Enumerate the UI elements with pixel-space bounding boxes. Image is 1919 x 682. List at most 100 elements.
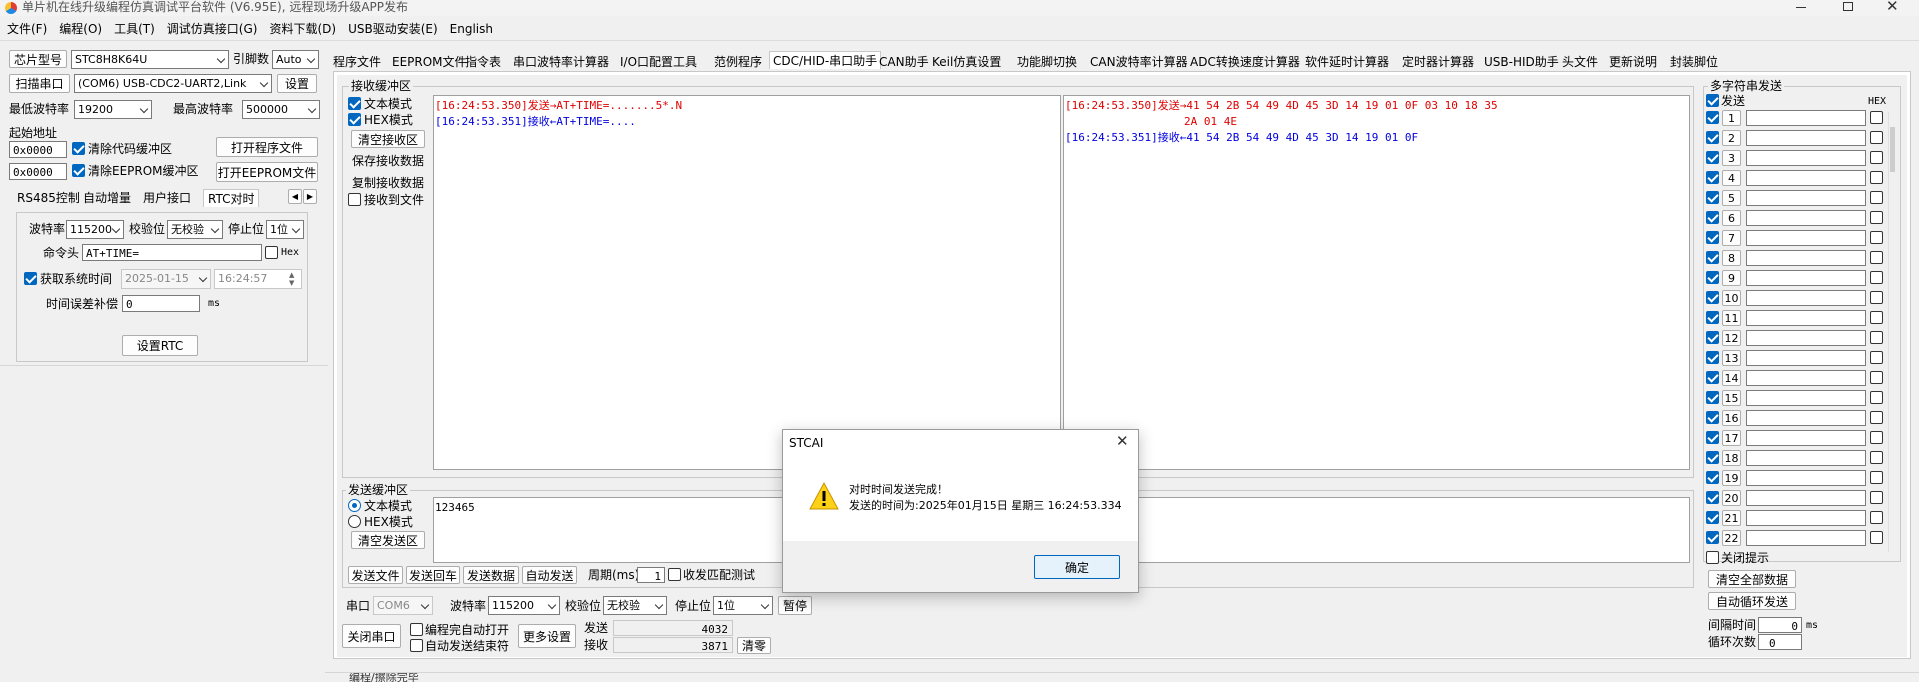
tab-update-notes[interactable]: 更新说明 — [1609, 53, 1657, 70]
rtc-parity-select[interactable]: 无校验 — [167, 220, 223, 239]
close-port-button[interactable]: 关闭串口 — [342, 624, 401, 648]
multi-row-text-input[interactable] — [1746, 170, 1866, 186]
time-compensation-input[interactable]: 0 — [122, 295, 200, 312]
command-header-input[interactable]: AT+TIME= — [82, 244, 262, 261]
multi-row-send-button[interactable]: 2 — [1722, 130, 1741, 146]
receive-text-area[interactable]: [16:24:53.350]发送→AT+TIME=.......5*.N [16… — [433, 95, 1061, 470]
maximize-icon[interactable] — [1843, 2, 1853, 11]
menu-debug[interactable]: 调试仿真接口(G) — [167, 22, 258, 36]
multi-row-send-button[interactable]: 7 — [1722, 230, 1741, 246]
multi-row-send-checkbox[interactable] — [1706, 511, 1719, 524]
tab-rs485[interactable]: RS485控制 — [17, 189, 80, 206]
menu-program[interactable]: 编程(O) — [59, 22, 102, 36]
multi-row-text-input[interactable] — [1746, 530, 1866, 546]
multi-row-send-checkbox[interactable] — [1706, 491, 1719, 504]
multi-send-all-checkbox[interactable] — [1706, 94, 1719, 107]
period-input[interactable]: 1 — [637, 567, 665, 583]
multi-row-hex-checkbox[interactable] — [1870, 431, 1883, 444]
multi-row-text-input[interactable] — [1746, 270, 1866, 286]
multi-row-send-button[interactable]: 21 — [1722, 510, 1741, 526]
multi-row-send-checkbox[interactable] — [1706, 371, 1719, 384]
tab-pin-switch[interactable]: 功能脚切换 — [1017, 53, 1077, 70]
chip-model-select[interactable]: STC8H8K64U — [71, 50, 229, 69]
multi-row-text-input[interactable] — [1746, 470, 1866, 486]
tab-rtc[interactable]: RTC对时 — [203, 189, 260, 207]
multi-row-send-button[interactable]: 4 — [1722, 170, 1741, 186]
tab-keil-sim[interactable]: Keil仿真设置 — [932, 53, 1001, 70]
multi-row-hex-checkbox[interactable] — [1870, 291, 1883, 304]
copy-receive-button[interactable]: 复制接收数据 — [351, 173, 425, 191]
multi-row-send-button[interactable]: 5 — [1722, 190, 1741, 206]
interval-input[interactable]: 0 — [1758, 617, 1802, 633]
tab-package-pins[interactable]: 封装脚位 — [1670, 53, 1718, 70]
rtc-baud-select[interactable]: 115200 — [66, 220, 124, 239]
port-select[interactable]: (COM6) USB-CDC2-UART2,Link — [74, 74, 272, 93]
multi-row-hex-checkbox[interactable] — [1870, 311, 1883, 324]
tab-program-file[interactable]: 程序文件 — [333, 53, 381, 70]
menu-english[interactable]: English — [450, 22, 493, 36]
multi-row-hex-checkbox[interactable] — [1870, 151, 1883, 164]
tab-delay-calc[interactable]: 软件延时计算器 — [1305, 53, 1389, 70]
multi-row-send-checkbox[interactable] — [1706, 111, 1719, 124]
more-settings-button[interactable]: 更多设置 — [518, 624, 576, 648]
multi-row-text-input[interactable] — [1746, 430, 1866, 446]
tab-can-baud-calc[interactable]: CAN波特率计算器 — [1090, 53, 1188, 70]
multi-row-text-input[interactable] — [1746, 190, 1866, 206]
multi-row-send-checkbox[interactable] — [1706, 471, 1719, 484]
multi-row-send-button[interactable]: 19 — [1722, 470, 1741, 486]
multi-row-send-button[interactable]: 20 — [1722, 490, 1741, 506]
multi-row-send-checkbox[interactable] — [1706, 191, 1719, 204]
multi-row-text-input[interactable] — [1746, 230, 1866, 246]
multi-row-send-button[interactable]: 11 — [1722, 310, 1741, 326]
multi-row-hex-checkbox[interactable] — [1870, 111, 1883, 124]
auto-open-checkbox[interactable] — [410, 623, 423, 636]
multi-row-send-button[interactable]: 9 — [1722, 270, 1741, 286]
tab-cdc-hid-serial[interactable]: CDC/HID-串口助手 — [769, 51, 882, 69]
multi-row-send-checkbox[interactable] — [1706, 231, 1719, 244]
minimize-icon[interactable] — [1796, 7, 1806, 8]
menu-file[interactable]: 文件(F) — [7, 22, 47, 36]
tab-adc-speed-calc[interactable]: ADC转换速度计算器 — [1190, 53, 1300, 70]
multi-row-send-button[interactable]: 18 — [1722, 450, 1741, 466]
close-hint-checkbox[interactable] — [1706, 551, 1719, 564]
tab-eeprom-file[interactable]: EEPROM文件 — [392, 53, 467, 70]
multi-row-hex-checkbox[interactable] — [1870, 131, 1883, 144]
pause-button[interactable]: 暂停 — [778, 596, 812, 615]
time-spinner-arrows-icon[interactable]: ▲ ▼ — [289, 271, 294, 287]
close-window-icon[interactable]: ✕ — [1886, 0, 1899, 15]
rtc-stop-select[interactable]: 1位 — [266, 220, 304, 239]
multi-row-text-input[interactable] — [1746, 310, 1866, 326]
multi-row-send-button[interactable]: 13 — [1722, 350, 1741, 366]
multi-row-send-checkbox[interactable] — [1706, 351, 1719, 364]
clear-receive-button[interactable]: 清空接收区 — [351, 130, 425, 148]
send-text-mode-radio[interactable] — [348, 499, 361, 512]
tab-uart-baud-calc[interactable]: 串口波特率计算器 — [513, 53, 609, 70]
multi-row-text-input[interactable] — [1746, 390, 1866, 406]
multi-row-text-input[interactable] — [1746, 370, 1866, 386]
multi-row-hex-checkbox[interactable] — [1870, 411, 1883, 424]
open-eeprom-file-button[interactable]: 打开EEPROM文件 — [216, 162, 318, 182]
multi-row-send-checkbox[interactable] — [1706, 171, 1719, 184]
min-baud-select[interactable]: 19200 — [74, 100, 152, 119]
multi-row-hex-checkbox[interactable] — [1870, 511, 1883, 524]
multi-row-text-input[interactable] — [1746, 350, 1866, 366]
multi-row-hex-checkbox[interactable] — [1870, 351, 1883, 364]
multi-row-text-input[interactable] — [1746, 490, 1866, 506]
multi-row-hex-checkbox[interactable] — [1870, 531, 1883, 544]
tab-scroll-left-button[interactable]: ◀ — [288, 189, 302, 204]
multi-row-hex-checkbox[interactable] — [1870, 171, 1883, 184]
tab-io-config[interactable]: I/O口配置工具 — [620, 53, 697, 70]
multi-row-send-checkbox[interactable] — [1706, 151, 1719, 164]
multi-row-send-checkbox[interactable] — [1706, 531, 1719, 544]
menu-usb-driver[interactable]: USB驱动安装(E) — [348, 22, 438, 36]
multi-row-text-input[interactable] — [1746, 250, 1866, 266]
multi-row-send-button[interactable]: 12 — [1722, 330, 1741, 346]
multi-row-text-input[interactable] — [1746, 330, 1866, 346]
bottom-stop-select[interactable]: 1位 — [713, 596, 773, 615]
multi-row-text-input[interactable] — [1746, 410, 1866, 426]
multi-row-send-button[interactable]: 16 — [1722, 410, 1741, 426]
bottom-baud-select[interactable]: 115200 — [488, 596, 560, 615]
scan-port-button[interactable]: 扫描串口 — [9, 74, 70, 93]
loop-count-input[interactable]: 0 — [1758, 634, 1802, 650]
multi-row-send-checkbox[interactable] — [1706, 431, 1719, 444]
